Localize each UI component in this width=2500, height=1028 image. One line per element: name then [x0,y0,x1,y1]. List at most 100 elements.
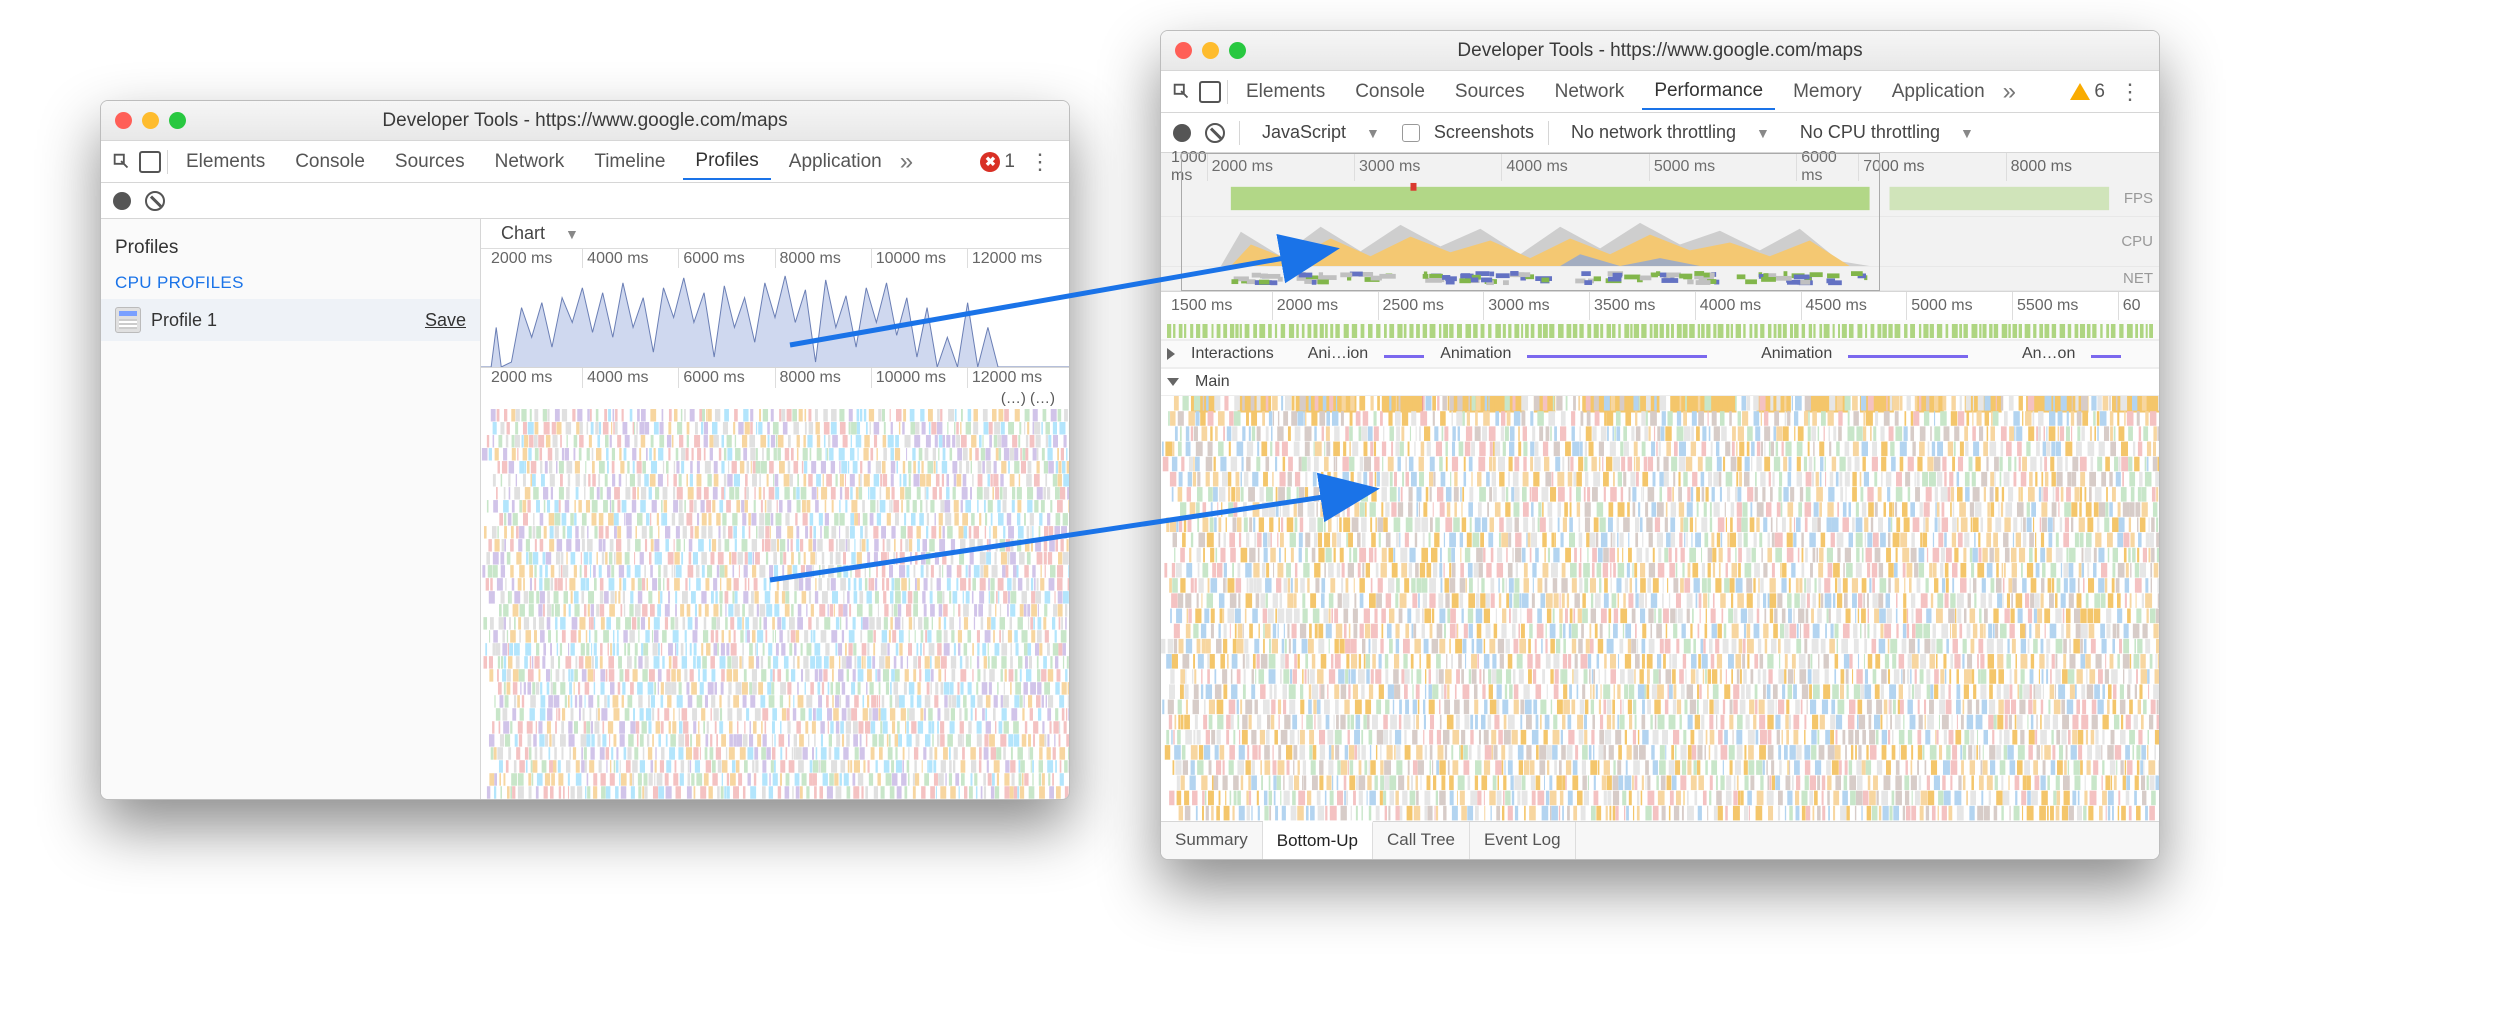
view-dropdown[interactable]: Chart ▼ [493,219,587,248]
tab-call-tree[interactable]: Call Tree [1373,822,1470,859]
device-toggle-icon[interactable] [1199,81,1221,103]
tab-profiles[interactable]: Profiles [683,144,770,180]
close-icon[interactable] [115,112,132,129]
record-button[interactable] [1173,124,1191,142]
net-lane[interactable]: NET [1161,267,2159,291]
screenshots-label: Screenshots [1434,122,1534,143]
main-track-header[interactable]: Main [1161,368,2159,396]
separator [1548,121,1549,145]
tab-console[interactable]: Console [283,145,377,179]
minimize-icon[interactable] [1202,42,1219,59]
detail-ruler[interactable]: 1500 ms 2000 ms 2500 ms 3000 ms 3500 ms … [1161,292,2159,320]
sidebar-category: CPU PROFILES [101,267,480,299]
fps-lane[interactable]: FPS [1161,181,2159,217]
tab-memory[interactable]: Memory [1781,75,1874,109]
animation-span[interactable] [1384,350,1424,358]
main-flame-chart[interactable] [1161,396,2159,821]
save-link[interactable]: Save [425,310,466,331]
window-controls [115,112,186,129]
sidebar-item-profile-1[interactable]: Profile 1 Save [101,299,480,341]
tab-application[interactable]: Application [1880,75,1997,109]
tab-summary[interactable]: Summary [1161,822,1263,859]
record-button[interactable] [113,192,131,210]
inspect-icon[interactable] [1171,81,1193,103]
tab-network[interactable]: Network [483,145,577,179]
separator [1227,80,1228,104]
zoom-icon[interactable] [1229,42,1246,59]
chevron-down-icon: ▼ [565,226,579,242]
js-sampling-dropdown[interactable]: JavaScript ▼ [1254,118,1388,147]
interactions-track[interactable]: Interactions Ani…ion Animation Animation… [1161,340,2159,368]
main-tabbar: Elements Console Sources Network Timelin… [101,141,1069,183]
details-tabbar: Summary Bottom-Up Call Tree Event Log [1161,821,2159,859]
screenshots-checkbox[interactable] [1402,124,1420,142]
content: Profiles CPU PROFILES Profile 1 Save Cha… [101,219,1069,799]
flame-chart[interactable] [481,409,1069,799]
separator [167,150,168,174]
detail-ruler[interactable]: 2000 ms 4000 ms 6000 ms 8000 ms 10000 ms… [481,368,1069,387]
device-toggle-icon[interactable] [139,151,161,173]
perf-toolbar: JavaScript ▼ Screenshots No network thro… [1161,113,2159,153]
fps-label: FPS [2124,190,2153,207]
cpu-label: CPU [2121,233,2153,250]
expand-icon[interactable] [1167,348,1175,360]
clear-button[interactable] [1205,123,1225,143]
error-icon: ✖ [980,152,1000,172]
inspect-icon[interactable] [111,151,133,173]
animation-span[interactable] [2091,350,2121,358]
tab-network[interactable]: Network [1543,75,1637,109]
window-title: Developer Tools - https://www.google.com… [1161,40,2159,62]
frames-strip[interactable] [1161,320,2159,340]
view-selector-bar: Chart ▼ [481,219,1069,249]
tab-timeline[interactable]: Timeline [582,145,677,179]
profiles-sidebar: Profiles CPU PROFILES Profile 1 Save [101,219,481,799]
warning-icon [2070,83,2090,100]
settings-menu-icon[interactable]: ⋮ [1021,149,1059,175]
titlebar[interactable]: Developer Tools - https://www.google.com… [101,101,1069,141]
more-tabs-icon[interactable]: » [2003,78,2016,106]
interactions-label: Interactions [1183,343,1282,365]
titlebar[interactable]: Developer Tools - https://www.google.com… [1161,31,2159,71]
overview-panel[interactable]: 1000 ms 2000 ms 3000 ms 4000 ms 5000 ms … [1161,153,2159,292]
separator [1239,121,1240,145]
animation-span[interactable] [1848,350,1968,358]
warning-count[interactable]: 6 [2070,81,2105,103]
zoom-icon[interactable] [169,112,186,129]
cpu-throttle-dropdown[interactable]: No CPU throttling ▼ [1792,118,1982,147]
network-throttle-dropdown[interactable]: No network throttling ▼ [1563,118,1778,147]
close-icon[interactable] [1175,42,1192,59]
edge-tick: 1000 ms [1167,153,1207,181]
devtools-window-profiles: Developer Tools - https://www.google.com… [100,100,1070,800]
cpu-lane[interactable]: CPU [1161,217,2159,267]
overview-ruler[interactable]: 1000 ms 2000 ms 3000 ms 4000 ms 5000 ms … [1161,153,2159,181]
window-controls [1175,42,1246,59]
minimize-icon[interactable] [142,112,159,129]
tab-elements[interactable]: Elements [1234,75,1337,109]
main-label: Main [1187,371,1238,393]
error-count[interactable]: ✖ 1 [980,151,1015,173]
collapse-icon[interactable] [1167,378,1179,386]
tab-sources[interactable]: Sources [383,145,477,179]
chart-panel: Chart ▼ 2000 ms 4000 ms 6000 ms 8000 ms … [481,219,1069,799]
tab-elements[interactable]: Elements [174,145,277,179]
tab-event-log[interactable]: Event Log [1470,822,1576,859]
animation-span[interactable] [1527,350,1707,358]
cpu-sparkline[interactable] [481,268,1069,368]
chevron-down-icon: ▼ [1756,125,1770,141]
tab-bottom-up[interactable]: Bottom-Up [1263,821,1373,859]
tab-console[interactable]: Console [1343,75,1437,109]
devtools-window-performance: Developer Tools - https://www.google.com… [1160,30,2160,860]
sidebar-header: Profiles [101,229,480,267]
tab-performance[interactable]: Performance [1642,74,1775,110]
profile-icon [115,307,141,333]
main-tabbar: Elements Console Sources Network Perform… [1161,71,2159,113]
settings-menu-icon[interactable]: ⋮ [2111,79,2149,105]
tab-sources[interactable]: Sources [1443,75,1537,109]
chevron-down-icon: ▼ [1366,125,1380,141]
ellipsis-row: (…) (…) [481,388,1069,409]
profiles-toolbar [101,183,1069,219]
overview-ruler[interactable]: 2000 ms 4000 ms 6000 ms 8000 ms 10000 ms… [481,249,1069,268]
clear-button[interactable] [145,191,165,211]
tab-application[interactable]: Application [777,145,894,179]
more-tabs-icon[interactable]: » [900,148,913,176]
